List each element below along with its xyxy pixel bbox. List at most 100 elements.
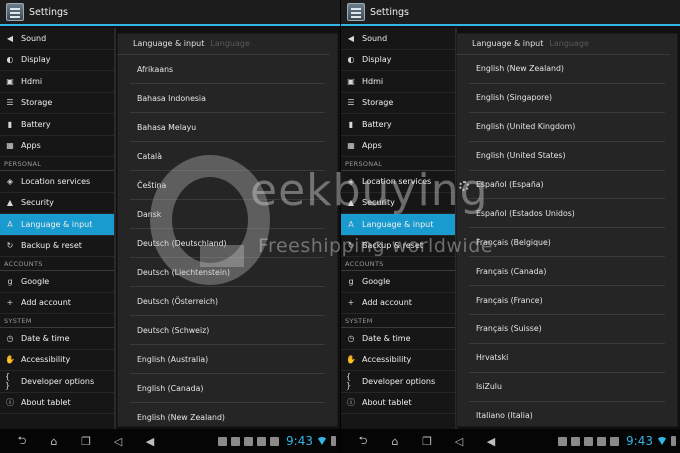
action-bar: Settings: [341, 0, 680, 26]
language-option[interactable]: English (Singapore): [469, 84, 665, 113]
sidebar-item-add-account[interactable]: + Add account: [341, 293, 455, 314]
sidebar-item-add-account[interactable]: + Add account: [0, 293, 114, 314]
language-option[interactable]: English (United States): [469, 142, 665, 171]
recent-apps-button-icon[interactable]: ❐: [417, 435, 437, 448]
sidebar-item-label: Sound: [362, 33, 388, 43]
sidebar-item-label: Language & input: [362, 219, 434, 229]
language-option[interactable]: Français (France): [469, 286, 665, 316]
settings-app-icon[interactable]: [6, 3, 24, 21]
sidebar-item-label: Hdmi: [362, 76, 384, 86]
language-option[interactable]: Français (Canada): [469, 257, 665, 287]
braces-icon: { }: [346, 372, 352, 391]
sidebar-item-label: Hdmi: [21, 76, 43, 86]
home-button-icon[interactable]: ⌂: [385, 435, 405, 448]
sidebar-item-security[interactable]: ▲ Security: [0, 193, 114, 214]
sidebar-item-backup-reset[interactable]: ↻ Backup & reset: [341, 236, 455, 257]
language-option[interactable]: English (Canada): [130, 374, 325, 403]
sidebar-item-security[interactable]: ▲ Security: [341, 193, 455, 214]
language-option[interactable]: English (Australia): [130, 345, 325, 374]
sidebar-item-about-tablet[interactable]: ⓘ About tablet: [341, 393, 455, 414]
right-screen: Settings ◀ Sound ◐ Display ▣ Hdmi ☰ Storage ▮ Bat…: [340, 0, 680, 453]
language-option[interactable]: Español (Estados Unidos): [469, 199, 665, 229]
settings-app-icon[interactable]: [347, 3, 365, 21]
sidebar-item-developer-options[interactable]: { } Developer options: [0, 371, 114, 393]
sidebar-item-google[interactable]: g Google: [0, 271, 114, 293]
language-option[interactable]: Italiano (Italia): [469, 402, 665, 427]
language-option[interactable]: Afrikaans: [130, 55, 325, 84]
sidebar-item-developer-options[interactable]: { } Developer options: [341, 371, 455, 393]
language-option[interactable]: Deutsch (Schweiz): [130, 316, 325, 345]
sidebar-item-language-input[interactable]: A Language & input: [0, 214, 114, 236]
sidebar-item-storage[interactable]: ☰ Storage: [341, 93, 455, 114]
sidebar-item-date-time[interactable]: ◷ Date & time: [0, 328, 114, 350]
sidebar-item-language-input[interactable]: A Language & input: [341, 214, 455, 236]
panel-title: Language & input: [133, 39, 205, 48]
sidebar-item-date-time[interactable]: ◷ Date & time: [341, 328, 455, 350]
system-nav-bar: ⮌ ⌂ ❐ ◁ ◀ 9:43: [0, 429, 340, 453]
status-area[interactable]: 9:43: [558, 429, 676, 453]
sidebar-item-apps[interactable]: ▦ Apps: [0, 136, 114, 157]
plus-icon: +: [347, 298, 355, 308]
sidebar-item-location-services[interactable]: ◈ Location services: [341, 171, 455, 193]
sidebar-item-label: Security: [21, 198, 54, 208]
volume-up-icon[interactable]: ◀: [481, 435, 501, 448]
language-option[interactable]: Bahasa Melayu: [130, 113, 325, 142]
language-option[interactable]: IsiZulu: [469, 373, 665, 402]
volume-down-icon[interactable]: ◁: [449, 435, 469, 448]
sidebar-item-display[interactable]: ◐ Display: [0, 50, 114, 71]
language-option[interactable]: Čeština: [130, 171, 325, 200]
sidebar-item-battery[interactable]: ▮ Battery: [341, 114, 455, 136]
braces-icon: { }: [5, 372, 11, 391]
status-area[interactable]: 9:43: [218, 429, 336, 453]
sidebar-item-label: Developer options: [362, 376, 436, 386]
sidebar-item-sound[interactable]: ◀ Sound: [0, 28, 114, 50]
back-button-icon[interactable]: ⮌: [353, 432, 373, 451]
language-option[interactable]: English (New Zealand): [469, 55, 665, 84]
language-option[interactable]: Català: [130, 142, 325, 171]
sidebar-item-accessibility[interactable]: ✋ Accessibility: [0, 350, 114, 371]
volume-down-icon[interactable]: ◁: [108, 435, 128, 448]
language-option[interactable]: Hrvatski: [469, 344, 665, 373]
language-option[interactable]: Deutsch (Liechtenstein): [130, 258, 325, 287]
sidebar-item-hdmi[interactable]: ▣ Hdmi: [341, 71, 455, 93]
image-notification-icon: [571, 436, 581, 446]
language-option[interactable]: Dansk: [130, 200, 325, 229]
language-option[interactable]: English (United Kingdom): [469, 113, 665, 142]
sidebar-item-location-services[interactable]: ◈ Location services: [0, 171, 114, 193]
language-option[interactable]: English (New Zealand): [130, 403, 325, 427]
sidebar-item-label: Storage: [362, 98, 394, 108]
sidebar-item-display[interactable]: ◐ Display: [341, 50, 455, 71]
sidebar-item-label: Date & time: [21, 333, 70, 343]
battery-status-icon: [671, 436, 676, 446]
hdmi-icon: ▣: [6, 76, 14, 86]
clock-time: 9:43: [626, 434, 653, 448]
sidebar-item-accessibility[interactable]: ✋ Accessibility: [341, 350, 455, 371]
sidebar-item-apps[interactable]: ▦ Apps: [341, 136, 455, 157]
backup-icon: ↻: [347, 241, 355, 251]
battery-icon: ▮: [7, 119, 13, 129]
storage-icon: ☰: [347, 98, 355, 108]
recent-apps-button-icon[interactable]: ❐: [76, 435, 96, 448]
battery-icon: ▮: [348, 119, 354, 129]
sidebar-item-backup-reset[interactable]: ↻ Backup & reset: [0, 236, 114, 257]
back-button-icon[interactable]: ⮌: [12, 432, 32, 451]
sidebar-item-battery[interactable]: ▮ Battery: [0, 114, 114, 136]
sidebar-item-google[interactable]: g Google: [341, 271, 455, 293]
divider: [114, 28, 116, 429]
app-title: Settings: [29, 6, 68, 18]
sidebar-item-hdmi[interactable]: ▣ Hdmi: [0, 71, 114, 93]
language-option[interactable]: Español (España): [469, 171, 665, 200]
language-option[interactable]: Français (Belgique): [469, 228, 665, 258]
language-option[interactable]: Bahasa Indonesia: [130, 84, 325, 113]
language-option[interactable]: Français (Suisse): [469, 315, 665, 344]
sidebar-item-label: Google: [21, 276, 50, 286]
home-button-icon[interactable]: ⌂: [44, 435, 64, 448]
sidebar-item-about-tablet[interactable]: ⓘ About tablet: [0, 393, 114, 414]
language-option[interactable]: Deutsch (Deutschland): [130, 229, 325, 258]
volume-up-icon[interactable]: ◀: [140, 435, 160, 448]
language-option[interactable]: Deutsch (Österreich): [130, 287, 325, 316]
sidebar-item-storage[interactable]: ☰ Storage: [0, 93, 114, 114]
sidebar-item-sound[interactable]: ◀ Sound: [341, 28, 455, 50]
panel-subtitle: Language: [210, 39, 250, 48]
google-icon: g: [7, 276, 13, 286]
